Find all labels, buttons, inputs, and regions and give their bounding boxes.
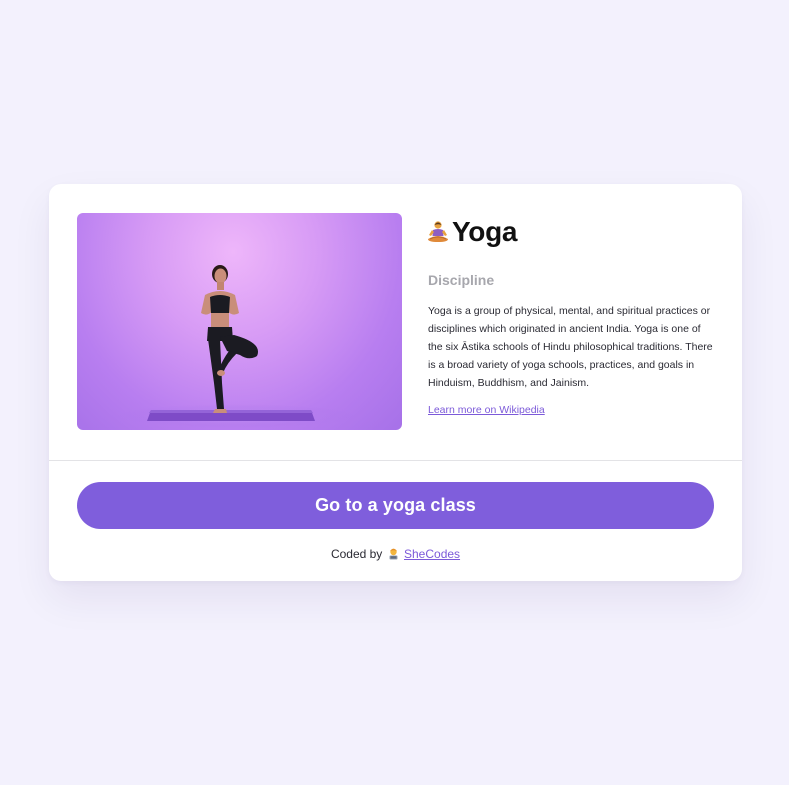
description: Yoga is a group of physical, mental, and… (428, 305, 713, 389)
woman-technologist-icon (387, 547, 400, 560)
yoga-class-button[interactable]: Go to a yoga class (77, 482, 714, 529)
card-top-section: Yoga Discipline Yoga is a group of physi… (49, 184, 742, 461)
wikipedia-link[interactable]: Learn more on Wikipedia (428, 404, 545, 416)
shecodes-link[interactable]: SheCodes (404, 547, 460, 561)
page-title: Yoga (452, 216, 518, 247)
yoga-photo (77, 213, 402, 430)
credit-prefix: Coded by (330, 547, 383, 561)
yoga-card: Yoga Discipline Yoga is a group of physi… (49, 184, 742, 581)
yoga-person (201, 265, 259, 413)
person-in-lotus-position-icon (426, 217, 450, 247)
subtitle: Discipline (428, 272, 495, 288)
info-panel: Yoga Discipline Yoga is a group of physi… (426, 214, 716, 418)
title-row: Yoga (426, 214, 716, 250)
footer-credit: Coded by SheCodes (49, 547, 742, 561)
